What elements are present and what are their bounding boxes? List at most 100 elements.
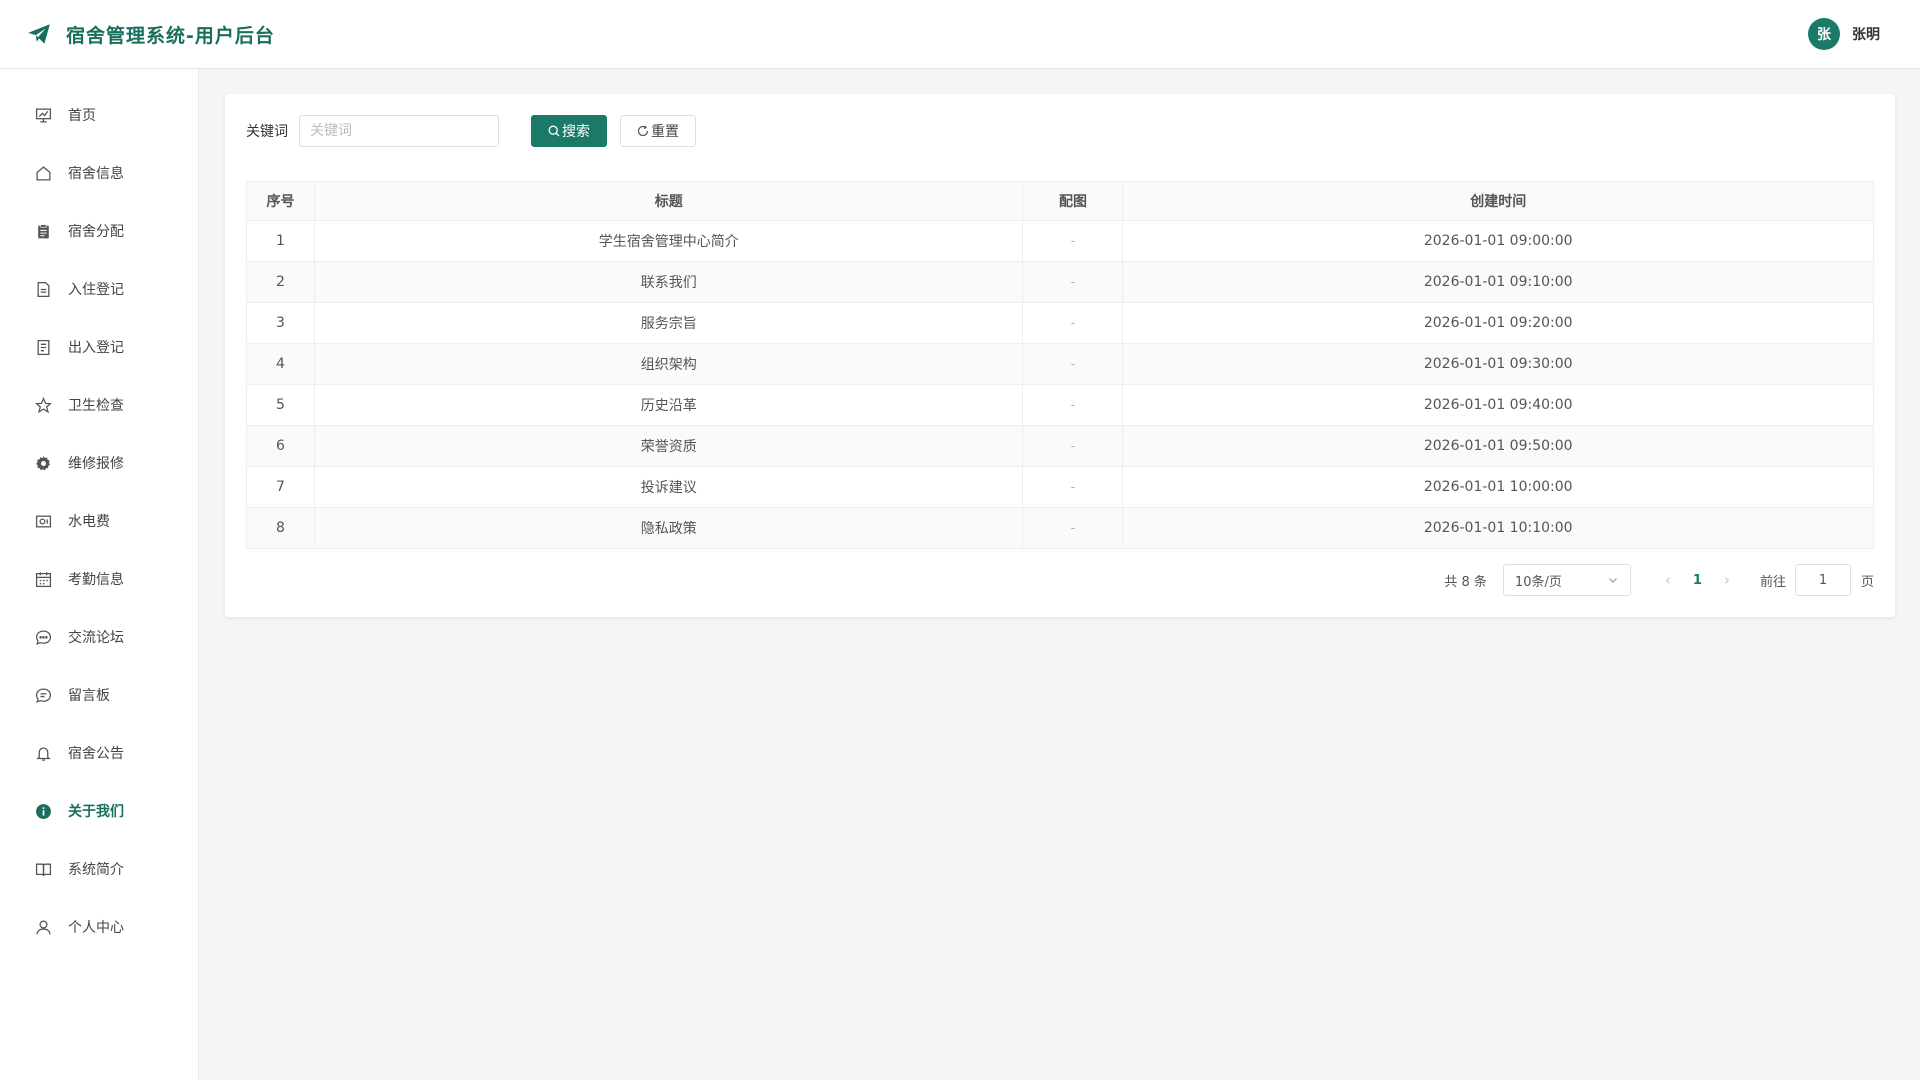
sidebar-item-announcements[interactable]: 宿舍公告	[0, 724, 198, 782]
cell-title: 联系我们	[313, 261, 1024, 303]
cell-index: 8	[246, 507, 315, 549]
search-button-label: 搜索	[562, 124, 590, 140]
sidebar-item-home[interactable]: 首页	[0, 86, 198, 144]
star-icon	[34, 396, 52, 414]
cell-index: 3	[246, 302, 315, 344]
cell-created: 2026-01-01 10:00:00	[1122, 466, 1874, 508]
chat-line-icon	[34, 686, 52, 704]
table-row[interactable]: 7 投诉建议 - 2026-01-01 10:00:00	[246, 466, 1874, 508]
sidebar-item-label: 维修报修	[68, 456, 124, 472]
sidebar-item-about-us[interactable]: 关于我们	[0, 782, 198, 840]
sidebar-item-label: 交流论坛	[68, 630, 124, 646]
home-icon	[34, 164, 52, 182]
cell-title: 服务宗旨	[313, 302, 1024, 344]
search-icon	[548, 125, 560, 137]
cell-image: -	[1022, 343, 1124, 385]
page-size-select[interactable]: 10条/页	[1502, 564, 1631, 596]
user-name[interactable]: 张明	[1852, 24, 1880, 44]
page-number-current[interactable]: 1	[1681, 573, 1714, 588]
search-input[interactable]	[299, 115, 499, 147]
cell-title: 历史沿革	[313, 384, 1024, 426]
sidebar-item-label: 卫生检查	[68, 398, 124, 414]
gear-icon	[34, 454, 52, 472]
paper-plane-icon	[28, 24, 50, 44]
cell-image: -	[1022, 261, 1124, 303]
chart-icon	[34, 106, 52, 124]
sidebar-item-label: 首页	[68, 108, 96, 124]
sidebar-item-dorm-info[interactable]: 宿舍信息	[0, 144, 198, 202]
table-row[interactable]: 4 组织架构 - 2026-01-01 09:30:00	[246, 343, 1874, 385]
sidebar: 首页 宿舍信息 宿舍分配 入住登记 出入登记 卫生检查 维修报修 水电费 考勤信…	[0, 69, 199, 1080]
sidebar-item-attendance[interactable]: 考勤信息	[0, 550, 198, 608]
table-row[interactable]: 6 荣誉资质 - 2026-01-01 09:50:00	[246, 425, 1874, 467]
sidebar-item-message-board[interactable]: 留言板	[0, 666, 198, 724]
sidebar-item-label: 入住登记	[68, 282, 124, 298]
sidebar-item-label: 系统简介	[68, 862, 124, 878]
sidebar-item-label: 宿舍分配	[68, 224, 124, 240]
sidebar-item-profile[interactable]: 个人中心	[0, 898, 198, 956]
sidebar-item-checkin[interactable]: 入住登记	[0, 260, 198, 318]
sidebar-item-repair[interactable]: 维修报修	[0, 434, 198, 492]
reset-button[interactable]: 重置	[620, 115, 696, 147]
brand[interactable]: 宿舍管理系统-用户后台	[26, 21, 275, 48]
sidebar-item-dorm-allocation[interactable]: 宿舍分配	[0, 202, 198, 260]
sidebar-item-utilities[interactable]: 水电费	[0, 492, 198, 550]
user-icon	[34, 918, 52, 936]
next-page-button[interactable]: ›	[1714, 571, 1740, 589]
cell-index: 4	[246, 343, 315, 385]
page-unit-label: 页	[1860, 574, 1874, 590]
search-bar: 关键词 搜索 重置	[246, 115, 1874, 147]
chat-dots-icon	[34, 628, 52, 646]
sidebar-item-hygiene[interactable]: 卫生检查	[0, 376, 198, 434]
sidebar-item-label: 宿舍公告	[68, 746, 124, 762]
search-label: 关键词	[246, 124, 288, 140]
pagination-total: 共 8 条	[1444, 574, 1487, 590]
column-header-image: 配图	[1022, 181, 1124, 221]
table-row[interactable]: 8 隐私政策 - 2026-01-01 10:10:00	[246, 507, 1874, 549]
chevron-right-icon: ›	[1723, 571, 1730, 589]
cell-image: -	[1022, 507, 1124, 549]
cell-image: -	[1022, 466, 1124, 508]
sidebar-item-label: 考勤信息	[68, 572, 124, 588]
cell-created: 2026-01-01 10:10:00	[1122, 507, 1874, 549]
top-header: 宿舍管理系统-用户后台 张 张明	[0, 0, 1920, 69]
goto-page-input[interactable]	[1794, 564, 1851, 596]
sidebar-item-forum[interactable]: 交流论坛	[0, 608, 198, 666]
chevron-left-icon: ‹	[1664, 571, 1671, 589]
cell-title: 投诉建议	[313, 466, 1024, 508]
cell-image: -	[1022, 425, 1124, 467]
pagination: 共 8 条 10条/页 ‹ 1 › 前往 页	[246, 564, 1874, 596]
cell-index: 1	[246, 220, 315, 262]
sidebar-item-access-log[interactable]: 出入登记	[0, 318, 198, 376]
cell-created: 2026-01-01 09:20:00	[1122, 302, 1874, 344]
cell-index: 5	[246, 384, 315, 426]
user-menu[interactable]: 张 张明	[1808, 18, 1880, 50]
cell-image: -	[1022, 302, 1124, 344]
table-row[interactable]: 3 服务宗旨 - 2026-01-01 09:20:00	[246, 302, 1874, 344]
prev-page-button[interactable]: ‹	[1655, 571, 1681, 589]
sidebar-item-label: 个人中心	[68, 920, 124, 936]
reset-button-label: 重置	[651, 124, 679, 140]
sidebar-item-system-intro[interactable]: 系统简介	[0, 840, 198, 898]
cell-index: 7	[246, 466, 315, 508]
cell-index: 2	[246, 261, 315, 303]
bell-icon	[34, 744, 52, 762]
cell-created: 2026-01-01 09:40:00	[1122, 384, 1874, 426]
sidebar-item-label: 留言板	[68, 688, 110, 704]
table-row[interactable]: 5 历史沿革 - 2026-01-01 09:40:00	[246, 384, 1874, 426]
table-row[interactable]: 1 学生宿舍管理中心简介 - 2026-01-01 09:00:00	[246, 220, 1874, 262]
document-icon	[34, 280, 52, 298]
content-card: 关键词 搜索 重置 序号 标题 配图 创建时间 1	[225, 94, 1895, 617]
column-header-title: 标题	[313, 181, 1024, 221]
cell-created: 2026-01-01 09:50:00	[1122, 425, 1874, 467]
money-icon	[34, 512, 52, 530]
about-us-table: 序号 标题 配图 创建时间 1 学生宿舍管理中心简介 - 2026-01-01 …	[246, 181, 1874, 549]
list-document-icon	[34, 338, 52, 356]
table-row[interactable]: 2 联系我们 - 2026-01-01 09:10:00	[246, 261, 1874, 303]
column-header-created: 创建时间	[1122, 181, 1874, 221]
goto-label: 前往	[1759, 574, 1786, 590]
avatar[interactable]: 张	[1808, 18, 1840, 50]
search-button[interactable]: 搜索	[531, 115, 607, 147]
app-title: 宿舍管理系统-用户后台	[66, 24, 275, 47]
table-header-row: 序号 标题 配图 创建时间	[246, 181, 1874, 221]
